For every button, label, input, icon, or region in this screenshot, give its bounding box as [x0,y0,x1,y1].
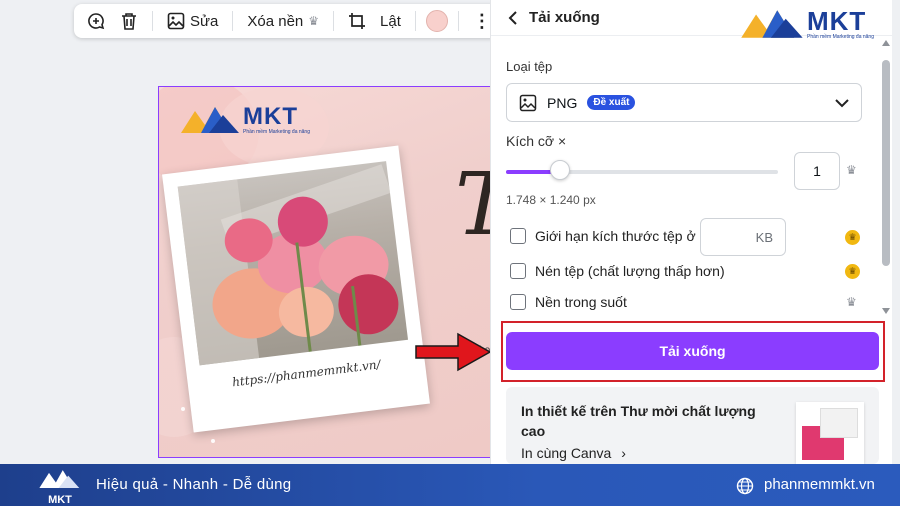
element-toolbar: Sửa Xóa nền ♛ Lật ⋮ [74,4,514,38]
header-mkt-logo: MKT Phần mềm Marketing đa năng [739,6,874,42]
more-vertical-icon: ⋮ [472,10,491,31]
gold-crown-icon: ♛ [845,264,860,279]
flip-label: Lật [380,12,401,30]
limit-file-size-label: Giới hạn kích thước tệp ở [535,228,696,244]
tulip-photo [177,161,409,366]
size-input[interactable]: 1 [794,152,840,190]
transparent-background-checkbox[interactable] [510,294,526,310]
mkt-logo-icon [39,470,80,488]
image-file-icon [519,94,537,111]
mkt-logo-icon [181,107,239,133]
print-with-canva-label: In cùng Canva [521,445,612,461]
decor-dot [199,425,203,429]
comment-add-icon [88,13,105,30]
decor-dot [181,407,185,411]
recommended-badge: Đề xuất [587,95,636,110]
panel-scrollbar[interactable] [881,40,891,314]
back-chevron-icon[interactable] [507,10,519,25]
globe-icon [736,477,754,495]
invitation-thumbnail [796,402,864,464]
remove-background-label: Xóa nền [247,12,304,30]
file-type-value: PNG [547,94,578,111]
toolbar-divider [333,11,335,31]
edit-image-button[interactable]: Sửa [163,8,222,34]
polaroid-frame[interactable]: https://phanmemmkt.vn/ [162,145,430,433]
comment-add-button[interactable] [82,8,110,34]
image-edit-icon [167,12,185,30]
website-link[interactable]: phanmemmkt.vn [764,476,875,493]
file-type-label: Loại tệp [506,59,553,74]
design-logo-tagline: Phần mềm Marketing đa năng [243,129,310,135]
header-logo-tagline: Phần mềm Marketing đa năng [807,34,874,40]
header-logo-text: MKT [807,6,867,36]
kb-unit-label: KB [755,229,773,245]
crown-icon: ♛ [846,295,857,309]
limit-file-size-checkbox[interactable] [510,228,526,244]
compress-file-checkbox[interactable] [510,263,526,279]
file-type-select[interactable]: PNG Đề xuất [506,83,862,122]
bottom-brand-bar: MKT Hiệu quả - Nhanh - Dễ dùng phanmemmk… [0,464,900,506]
remove-background-button[interactable]: Xóa nền ♛ [243,8,323,34]
decor-dot [189,387,193,391]
print-promo-title: In thiết kế trên Thư mời chất lượng cao [521,403,756,439]
mkt-logo-icon [741,10,803,38]
compress-file-label: Nén tệp (chất lượng thấp hơn) [535,263,725,279]
crown-icon: ♛ [308,14,320,28]
toolbar-divider [414,11,416,31]
gold-crown-icon: ♛ [845,230,860,245]
design-heading-letter: T [455,155,493,255]
download-button[interactable]: Tải xuống [506,332,879,370]
design-logo-text: MKT [243,103,298,130]
size-slider-thumb[interactable] [550,160,570,180]
print-promo-card[interactable]: In thiết kế trên Thư mời chất lượng cao … [506,387,879,464]
delete-button[interactable] [116,8,142,34]
color-swatch[interactable] [425,10,448,32]
download-panel: Tải xuống MKT Phần mềm Marketing đa năng… [490,0,892,464]
crown-icon: ♛ [846,163,857,177]
transparent-background-option[interactable]: Nền trong suốt [510,294,627,310]
crop-button[interactable] [344,8,370,34]
red-arrow-annotation [415,332,492,372]
trash-icon [122,13,136,30]
decor-dot [211,439,215,443]
dimensions-text: 1.748 × 1.240 px [506,193,596,207]
brand-slogan: Hiệu quả - Nhanh - Dễ dùng [96,476,292,493]
limit-file-size-option[interactable]: Giới hạn kích thước tệp ở [510,228,696,244]
edit-image-label: Sửa [190,12,219,30]
crop-icon [349,13,366,29]
flip-button[interactable]: Lật [376,8,405,34]
design-logo: MKT Phần mềm Marketing đa năng [179,103,310,137]
bottom-logo-text: MKT [48,494,72,506]
compress-file-option[interactable]: Nén tệp (chất lượng thấp hơn) [510,263,725,279]
toolbar-divider [232,11,234,31]
bottom-mkt-logo: MKT [38,468,82,506]
chevron-down-icon [835,98,849,107]
file-size-kb-input[interactable]: KB [700,218,786,256]
print-with-canva-link[interactable]: In cùng Canva › [521,445,626,461]
toolbar-divider [457,11,459,31]
design-canvas[interactable]: MKT Phần mềm Marketing đa năng T Tho htt… [158,86,494,458]
toolbar-divider [152,11,153,31]
chevron-right-icon: › [621,445,626,461]
size-label: Kích cỡ × [506,133,567,149]
transparent-background-label: Nền trong suốt [535,294,627,310]
panel-title: Tải xuống [529,9,600,26]
